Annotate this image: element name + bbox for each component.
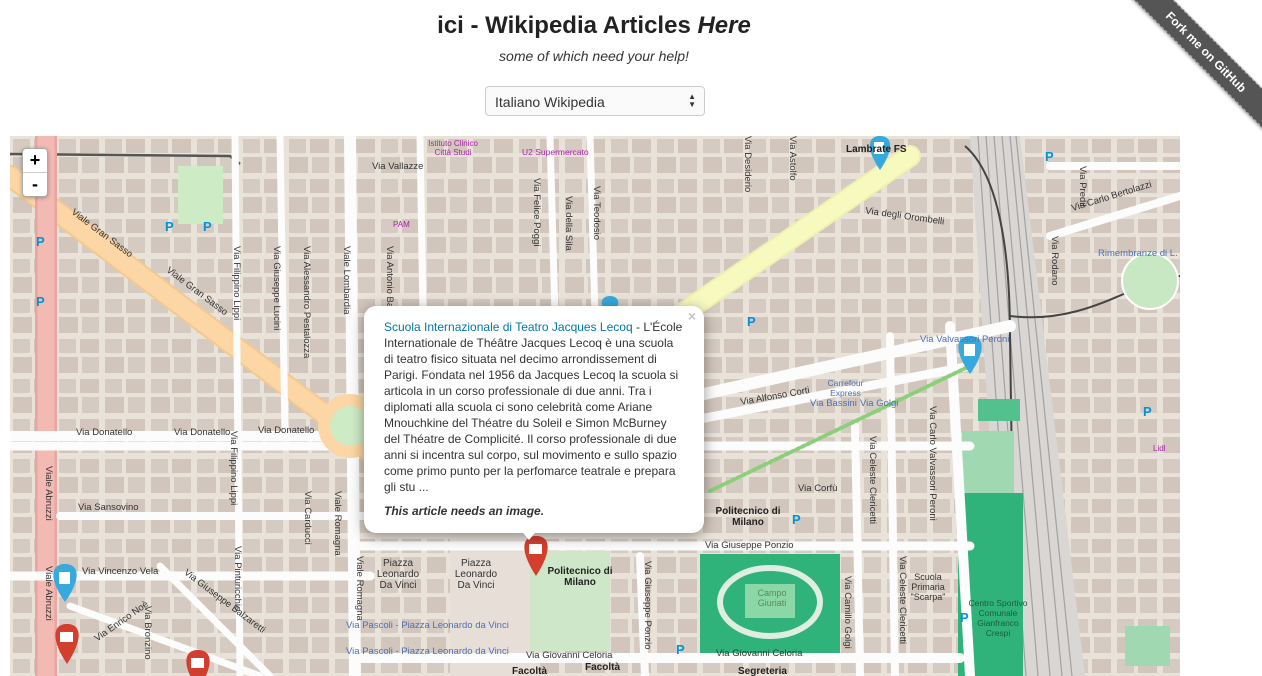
zoom-in-button[interactable]: +: [23, 149, 47, 173]
label-viale-abruzzi-2: Viale Abruzzi: [43, 566, 54, 621]
label-via-valvassori-peroni: Via Valvassori Peroni: [920, 334, 1010, 345]
label-via-rodano: Via Rodano: [1049, 236, 1060, 286]
label-via-carducci: Via Carducci: [302, 491, 313, 545]
label-via-della-sila: Via della Sila: [563, 196, 574, 251]
svg-text:P: P: [165, 219, 174, 234]
label-via-pascoli-2: Via Pascoli - Piazza Leonardo da Vinci: [346, 646, 509, 657]
label-via-giuseppe-lucini: Via Giuseppe Lucini: [271, 246, 282, 331]
language-select-value: Italiano Wikipedia: [495, 94, 605, 110]
image-needed-note: This article needs an image.: [384, 504, 545, 518]
label-via-astolfo: Via Astolfo: [787, 136, 798, 181]
page-subtitle: some of which need your help!: [499, 48, 689, 64]
label-via-donatello-1: Via Donatello: [76, 427, 133, 438]
label-via-giovanni-celoria-2: Via Giovanni Celoria: [716, 648, 803, 659]
marker-red-bottom: [186, 650, 210, 676]
github-ribbon-container: Fork me on GitHub: [1112, 0, 1262, 150]
label-via-giovanni-celoria-1: Via Giovanni Celoria: [526, 650, 613, 661]
article-popup: × Scuola Internazionale di Teatro Jacque…: [364, 306, 704, 533]
label-scuola-primaria: Scuola Primaria "Scarpa": [910, 572, 946, 602]
label-politecnico-2: Politecnico di Milano: [547, 566, 613, 588]
zoom-out-button[interactable]: -: [23, 173, 47, 196]
article-link[interactable]: Scuola Internazionale di Teatro Jacques …: [384, 320, 633, 334]
label-via-vincenzo-vela: Via Vincenzo Vela: [82, 566, 159, 577]
label-via-vallazze: Via Vallazze: [372, 161, 424, 172]
label-via-desiderio: Via Desiderio: [742, 136, 753, 193]
label-via-filippino-lippi: Via Filippino Lippi: [231, 246, 242, 321]
label-u2: U2 Supermercato: [522, 147, 589, 157]
park: [178, 166, 223, 224]
page-title: ici - Wikipedia Articles Here: [437, 12, 751, 39]
label-facolta-1: Facoltà: [512, 666, 548, 676]
label-viale-abruzzi-1: Viale Abruzzi: [43, 466, 54, 521]
select-arrows-icon: ▲ ▼: [688, 92, 696, 109]
label-viale-romagna-1: Viale Romagna: [332, 491, 343, 556]
article-summary: L'École Internationale de Théâtre Jacque…: [384, 320, 683, 494]
popup-close-button[interactable]: ×: [688, 308, 696, 324]
label-segreteria: Segreteria: [738, 666, 787, 676]
label-pam: PAM: [393, 220, 410, 229]
label-via-pascoli-1: Via Pascoli - Piazza Leonardo da Vinci: [346, 620, 509, 631]
label-lidl: Lidl: [1153, 444, 1166, 453]
label-via-filippino-lippi-2: Via Filippino Lippi: [228, 431, 239, 506]
label-viale-lombardia: Viale Lombardia: [341, 246, 352, 315]
label-via-giuseppe-ponzio-v: Via Giuseppe Ponzio: [642, 561, 653, 650]
label-via-donatello-3: Via Donatello: [258, 425, 315, 436]
svg-text:P: P: [1143, 404, 1152, 419]
label-via-sansovino: Via Sansovino: [78, 502, 139, 513]
label-campo-giuriati: Campo Giuriati: [757, 588, 787, 608]
svg-text:P: P: [36, 234, 45, 249]
label-rimembranze: Rimembranze di L.: [1098, 248, 1178, 259]
popup-tip: [519, 528, 539, 540]
svg-text:P: P: [676, 642, 685, 657]
zoom-control: + -: [22, 148, 48, 197]
label-viale-romagna-2: Viale Romagna: [354, 556, 365, 621]
label-via-alessandro-pestalozza: Via Alessandro Pestalozza: [301, 246, 312, 359]
fork-me-ribbon[interactable]: Fork me on GitHub: [1125, 0, 1262, 133]
svg-text:P: P: [203, 219, 212, 234]
label-via-carlo-valvassori-peroni: Via Carlo Valvassori Peroni: [927, 406, 938, 521]
popup-body: Scuola Internazionale di Teatro Jacques …: [384, 320, 683, 494]
label-via-celeste-clericetti: Via Celeste Clericetti: [867, 436, 878, 525]
label-via-corfu: Via Corfù: [798, 483, 838, 494]
label-via-golgi: Via Golgi: [860, 398, 899, 409]
label-carrefour: Carrefour Express: [827, 378, 864, 398]
label-via-camillo-golgi: Via Camillo Golgi: [842, 576, 853, 649]
label-via-teodosio: Via Teodosio: [591, 186, 602, 241]
label-lambrate: Lambrate FS: [846, 144, 907, 155]
svg-text:P: P: [792, 512, 801, 527]
label-istituto: Istituto Clinico Città Studi: [428, 139, 478, 157]
label-via-giuseppe-ponzio: Via Giuseppe Ponzio: [705, 540, 794, 551]
label-via-bronzino: Via Bronzino: [142, 606, 153, 660]
svg-text:P: P: [1045, 149, 1054, 164]
label-politecnico-1: Politecnico di Milano: [715, 506, 781, 528]
map-container[interactable]: PP PP PPP PPP Via Vallazze Istituto Clin…: [10, 136, 1180, 676]
label-via-felice-poggi: Via Felice Poggi: [531, 178, 542, 247]
svg-text:P: P: [36, 294, 45, 309]
language-select[interactable]: Italiano Wikipedia ▲ ▼: [485, 86, 705, 116]
label-centro-sportivo: Centro Sportivo Comunale Gianfranco Cres…: [968, 598, 1028, 638]
label-facolta-2: Facoltà: [585, 662, 621, 673]
label-via-donatello-2: Via Donatello: [174, 427, 231, 438]
svg-text:P: P: [747, 314, 756, 329]
label-piazza-leonardo-2: Piazza Leonardo Da Vinci: [454, 558, 498, 591]
label-piazza-leonardo-1: Piazza Leonardo Da Vinci: [376, 558, 420, 591]
label-via-bassini: Via Bassini: [810, 398, 857, 409]
label-via-celeste-clericetti-2: Via Celeste Clericetti: [897, 556, 908, 645]
